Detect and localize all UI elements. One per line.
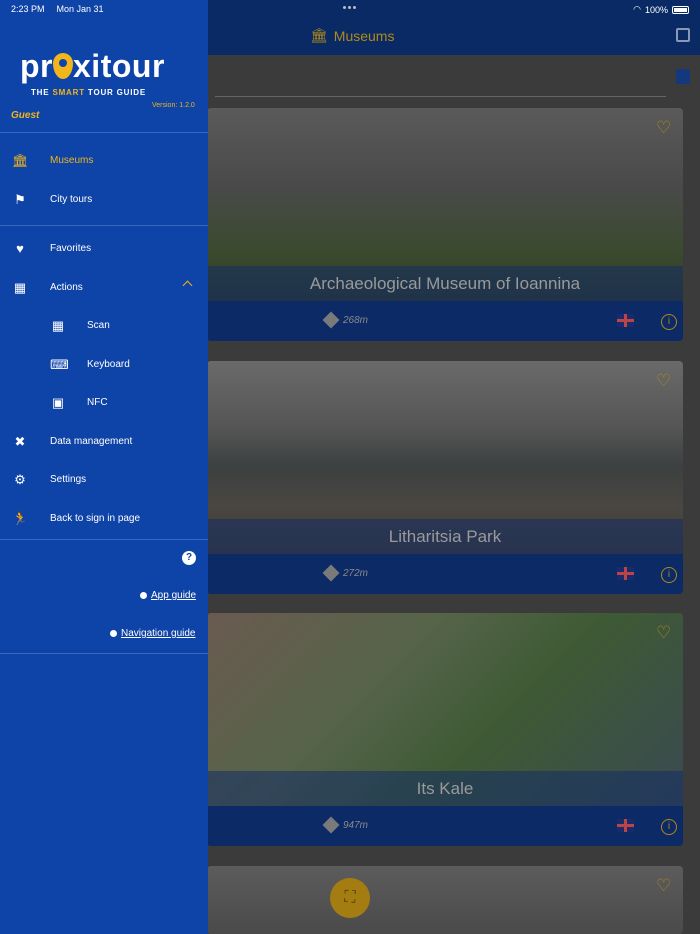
divider [0,539,208,540]
status-date: Mon Jan 31 [56,4,104,14]
poi-card[interactable]: ♡ Its Kale 947m i [207,613,683,846]
navigation-guide-link[interactable]: Navigation guide [110,628,196,639]
menu-item-actions[interactable]: ▦ Actions [0,269,208,307]
poi-footer: 272m i [207,554,683,594]
poi-distance-text: 272m [343,567,369,579]
wifi-icon: ◠ [633,4,641,14]
uk-flag-icon [617,819,634,832]
museum-icon: 🏛 [310,27,328,43]
menu-item-label: Data management [50,436,133,447]
menu-item-label: Back to sign in page [50,513,141,524]
menu-item-label: Museums [50,155,94,166]
direction-icon [322,816,340,834]
qr-scan-icon: ▦ [51,318,65,333]
menu-item-city-tours[interactable]: ⚑ City tours [0,181,208,219]
menu-item-keyboard[interactable]: ⌨ Keyboard [0,346,208,384]
menu-item-settings[interactable]: ⚙ Settings [0,461,208,499]
logo-text-end: xitour [73,48,165,84]
multitask-dots-icon[interactable] [343,6,356,9]
poi-distance-text: 268m [343,314,369,326]
screen-title-text: Museums [333,27,395,44]
poi-name: Litharitsia Park [207,519,683,554]
menu-item-favorites[interactable]: ♥ Favorites [0,230,208,268]
tagline: THE SMART TOUR GUIDE [31,88,146,97]
nfc-icon: ▣ [51,395,65,410]
menu-item-label: Actions [50,282,83,293]
status-time: 2:23 PM [11,4,45,14]
menu-item-label: Keyboard [87,359,130,370]
menu-item-nfc[interactable]: ▣ NFC [0,384,208,422]
menu-item-scan[interactable]: ▦ Scan [0,307,208,345]
poi-card[interactable]: ♡ [207,866,683,934]
qr-scan-icon: ⛶ [344,889,356,906]
tagline-pre: THE [31,88,53,97]
version-label: Version: 1.2.0 [152,102,195,109]
direction-icon [322,564,340,582]
poi-distance-text: 947m [343,819,369,831]
divider [0,132,208,133]
map-icon[interactable] [676,69,690,84]
location-pin-icon [53,53,73,79]
help-icon[interactable]: ? [182,551,196,565]
tagline-post: TOUR GUIDE [84,88,146,97]
poi-distance: 268m [322,311,369,329]
menu-item-label: NFC [87,397,108,408]
menu-item-label: Settings [50,474,87,485]
app-guide-link[interactable]: App guide [140,590,196,601]
museum-icon: 🏛 [12,153,29,168]
info-icon[interactable]: i [661,314,677,330]
divider [0,653,208,654]
menu-item-back-to-sign-in[interactable]: 🏃 Back to sign in page [0,500,208,538]
poi-card[interactable]: ♡ Archaeological Museum of Ioannina 268m… [207,108,683,341]
poi-photo [207,866,683,934]
logo-text-start: pr [20,48,53,84]
proxitour-logo: pr xitour [20,48,165,85]
tools-icon: ✖ [14,434,26,449]
poi-name: Its Kale [207,771,683,806]
favorite-heart-icon[interactable]: ♡ [656,118,671,138]
menu-item-data-management[interactable]: ✖ Data management [0,423,208,461]
menu-item-museums[interactable]: 🏛 Museums [0,142,208,180]
battery-icon [672,5,689,14]
uk-flag-icon [617,567,634,580]
divider [0,225,208,226]
navigation-guide-label: Navigation guide [121,628,196,639]
scan-fab-button[interactable]: ⛶ [330,878,370,918]
menu-item-label: City tours [50,194,93,205]
keyboard-icon: ⌨ [50,357,69,372]
side-drawer: pr xitour THE SMART TOUR GUIDE Version: 1… [0,0,208,934]
run-icon: 🏃 [12,511,29,526]
favorite-heart-icon[interactable]: ♡ [656,371,671,391]
poi-footer: 947m i [207,806,683,846]
gear-icon: ⚙ [14,472,26,487]
app-guide-label: App guide [151,590,197,601]
qr-icon: ▦ [13,280,27,295]
info-icon[interactable]: i [661,567,677,583]
menu-item-label: Favorites [50,243,92,254]
bullet-icon [140,592,147,599]
poi-footer: 268m i [207,301,683,341]
poi-distance: 272m [322,564,369,582]
favorite-heart-icon[interactable]: ♡ [656,623,671,643]
tagline-smart: SMART [52,88,85,97]
info-icon[interactable]: i [661,819,677,835]
heart-icon: ♥ [16,241,24,256]
exit-icon[interactable] [676,28,690,42]
bullet-icon [110,630,117,637]
poi-distance: 947m [322,816,369,834]
user-name: Guest [11,110,40,121]
menu-item-label: Scan [87,320,110,331]
direction-icon [322,311,340,329]
status-bar: 2:23 PM Mon Jan 31 ◠ 100% [0,0,700,18]
poi-name: Archaeological Museum of Ioannina [207,266,683,301]
favorite-heart-icon[interactable]: ♡ [656,876,671,896]
battery-percent: 100% [644,4,668,15]
search-underline [215,96,666,97]
uk-flag-icon [617,314,634,327]
flag-icon: ⚑ [14,192,26,207]
chevron-up-icon[interactable] [182,280,193,291]
screen-title: 🏛 Museums [310,27,394,44]
poi-card[interactable]: ♡ Litharitsia Park 272m i [207,361,683,594]
